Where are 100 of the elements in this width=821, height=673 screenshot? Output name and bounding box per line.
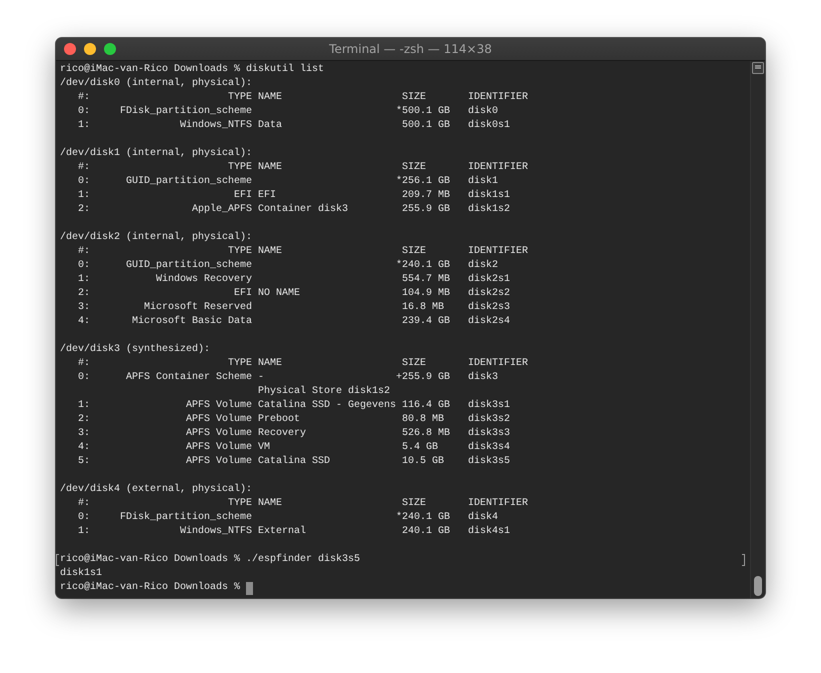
identifier-cell: disk1s1	[468, 190, 510, 201]
window-title: Terminal — -zsh — 114×38	[329, 42, 492, 56]
column-header: SIZE	[402, 358, 426, 369]
index-cell: 2:	[78, 204, 90, 215]
type-cell: GUID_partition_scheme	[126, 260, 252, 271]
identifier-cell: disk3s1	[468, 400, 510, 411]
prompt-line: rico@iMac-van-Rico Downloads % diskutil list	[60, 63, 324, 77]
name-cell: Physical Store disk1s2	[258, 386, 390, 397]
name-cell: Container disk3	[258, 204, 348, 215]
index-cell: 4:	[78, 316, 90, 327]
column-header: TYPE	[228, 246, 252, 257]
index-cell: 0:	[78, 372, 90, 383]
type-cell: APFS Container Scheme	[126, 372, 252, 383]
name-cell: Catalina SSD - Gegevens	[258, 400, 396, 411]
index-cell: 1:	[78, 274, 90, 285]
index-cell: #:	[78, 358, 90, 369]
name-cell: EFI	[258, 190, 276, 201]
index-cell: 3:	[78, 302, 90, 313]
identifier-cell: disk4s1	[468, 526, 510, 537]
column-header: SIZE	[402, 92, 426, 103]
index-cell: 0:	[78, 512, 90, 523]
identifier-cell: disk3s5	[468, 456, 510, 467]
column-header: NAME	[258, 162, 282, 173]
name-cell: External	[258, 526, 306, 537]
identifier-cell: disk1s2	[468, 204, 510, 215]
size-cell: 240.1 GB	[402, 526, 450, 537]
name-cell: Catalina SSD	[258, 456, 330, 467]
disk-heading: /dev/disk4 (external, physical):	[60, 483, 252, 497]
scrollbar-thumb[interactable]	[754, 576, 762, 596]
type-cell: Windows_NTFS	[180, 120, 252, 131]
name-cell: -	[258, 372, 264, 383]
flag-cell: *	[396, 106, 402, 117]
split-pane-icon[interactable]	[752, 62, 764, 74]
size-cell: 500.1 GB	[402, 120, 450, 131]
index-cell: 1:	[78, 400, 90, 411]
column-header: IDENTIFIER	[468, 92, 528, 103]
type-cell: FDisk_partition_scheme	[120, 512, 252, 523]
column-header: TYPE	[228, 162, 252, 173]
flag-cell: +	[396, 372, 402, 383]
disk-heading: /dev/disk0 (internal, physical):	[60, 77, 252, 91]
size-cell: 256.1 GB	[402, 176, 450, 187]
type-cell: FDisk_partition_scheme	[120, 106, 252, 117]
column-header: IDENTIFIER	[468, 246, 528, 257]
type-cell: APFS Volume	[186, 428, 252, 439]
name-cell: NO NAME	[258, 288, 300, 299]
size-cell: 240.1 GB	[402, 512, 450, 523]
identifier-cell: disk3	[468, 372, 498, 383]
disk-heading: /dev/disk1 (internal, physical):	[60, 147, 252, 161]
size-cell: 209.7 MB	[402, 190, 450, 201]
index-cell: 2:	[78, 414, 90, 425]
minimize-button[interactable]	[84, 43, 96, 55]
index-cell: 4:	[78, 442, 90, 453]
type-cell: Apple_APFS	[192, 204, 252, 215]
name-cell: VM	[258, 442, 270, 453]
index-cell: 1:	[78, 526, 90, 537]
size-cell: 526.8 MB	[402, 428, 450, 439]
identifier-cell: disk3s2	[468, 414, 510, 425]
prompt-line: rico@iMac-van-Rico Downloads %	[60, 581, 240, 595]
prompt-line: rico@iMac-van-Rico Downloads % ./espfinder disk3s5	[60, 553, 360, 567]
size-cell: 500.1 GB	[402, 106, 450, 117]
column-header: SIZE	[402, 498, 426, 509]
type-cell: APFS Volume	[186, 442, 252, 453]
size-cell: 80.8 MB	[402, 414, 444, 425]
size-cell: 239.4 GB	[402, 316, 450, 327]
identifier-cell: disk2s1	[468, 274, 510, 285]
column-header: IDENTIFIER	[468, 162, 528, 173]
flag-cell: *	[396, 260, 402, 271]
index-cell: 1:	[78, 190, 90, 201]
identifier-cell: disk2s2	[468, 288, 510, 299]
type-cell: APFS Volume	[186, 414, 252, 425]
disk-heading: /dev/disk3 (synthesized):	[60, 343, 210, 357]
disk-heading: /dev/disk2 (internal, physical):	[60, 231, 252, 245]
index-cell: #:	[78, 92, 90, 103]
identifier-cell: disk0	[468, 106, 498, 117]
column-header: NAME	[258, 358, 282, 369]
type-cell: Windows_NTFS	[180, 526, 252, 537]
column-header: TYPE	[228, 358, 252, 369]
index-cell: 3:	[78, 428, 90, 439]
index-cell: 0:	[78, 176, 90, 187]
size-cell: 255.9 GB	[402, 204, 450, 215]
size-cell: 10.5 GB	[402, 456, 444, 467]
column-header: NAME	[258, 246, 282, 257]
size-cell: 240.1 GB	[402, 260, 450, 271]
column-header: NAME	[258, 498, 282, 509]
index-cell: 0:	[78, 106, 90, 117]
identifier-cell: disk2s4	[468, 316, 510, 327]
index-cell: #:	[78, 246, 90, 257]
flag-cell: *	[396, 176, 402, 187]
identifier-cell: disk3s4	[468, 442, 510, 453]
flag-cell: *	[396, 512, 402, 523]
column-header: NAME	[258, 92, 282, 103]
type-cell: EFI	[234, 190, 252, 201]
column-header: IDENTIFIER	[468, 358, 528, 369]
size-cell: 16.8 MB	[402, 302, 444, 313]
type-cell: EFI	[234, 288, 252, 299]
close-button[interactable]	[64, 43, 76, 55]
index-cell: #:	[78, 162, 90, 173]
type-cell: APFS Volume	[186, 456, 252, 467]
zoom-button[interactable]	[104, 43, 116, 55]
name-cell: Recovery	[258, 428, 306, 439]
